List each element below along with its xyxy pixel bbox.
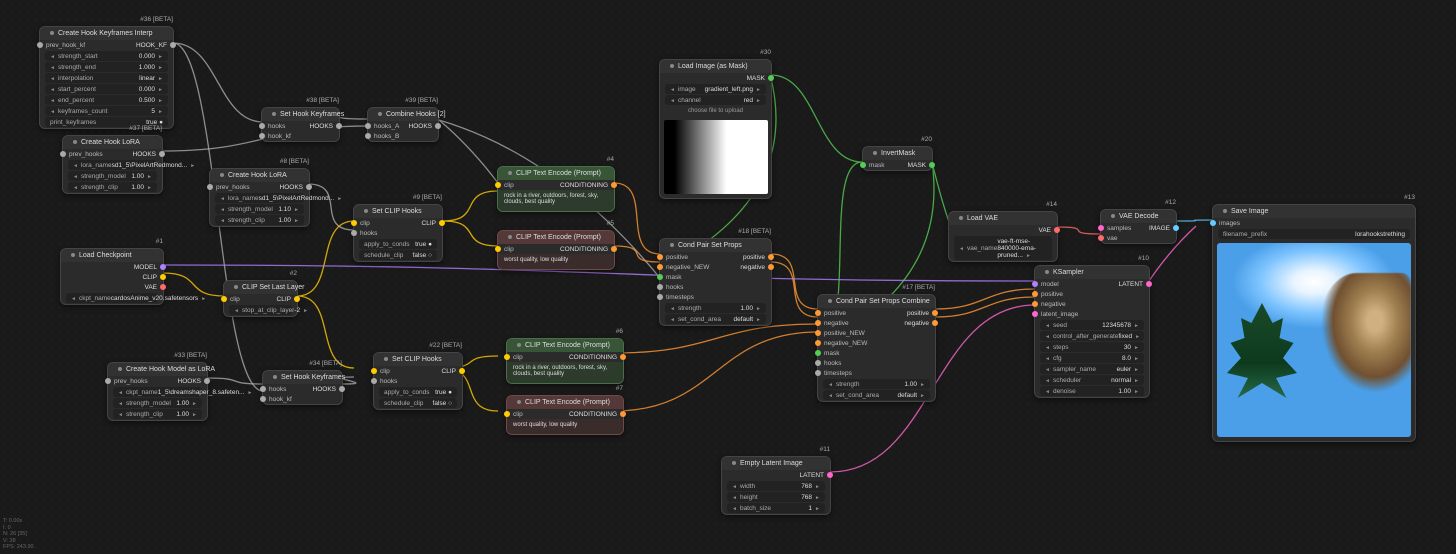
node-title[interactable]: Empty Latent Image	[722, 457, 830, 470]
node-set-hook-keyframes-1[interactable]: #38 [BETA] Set Hook Keyframes hooksHOOKS…	[261, 107, 340, 142]
node-set-clip-hooks-1[interactable]: #9 [BETA] Set CLIP Hooks clipCLIP hooks …	[353, 204, 443, 262]
node-tag: #11	[820, 446, 830, 453]
node-title[interactable]: CLIP Text Encode (Prompt)	[507, 396, 623, 409]
node-tag: #20	[921, 136, 932, 143]
upload-note[interactable]: choose file to upload	[660, 106, 771, 116]
node-create-hook-keyframes-interp[interactable]: #36 [BETA] Create Hook Keyframes Interp …	[39, 26, 174, 129]
node-title[interactable]: InvertMask	[863, 147, 932, 160]
node-tag: #7	[616, 385, 623, 392]
node-set-hook-keyframes-2[interactable]: #34 [BETA] Set Hook Keyframes hooksHOOKS…	[262, 370, 343, 405]
node-tag: #8 [BETA]	[280, 158, 309, 165]
node-title[interactable]: Save Image	[1213, 205, 1415, 218]
prompt-text[interactable]: rock in a river, outdoors, forest, sky, …	[498, 190, 614, 211]
node-clip-text-encode-neg-1[interactable]: #5 CLIP Text Encode (Prompt) clipCONDITI…	[497, 230, 615, 270]
node-clip-text-encode-neg-2[interactable]: #7 CLIP Text Encode (Prompt) clipCONDITI…	[506, 395, 624, 435]
output-preview-image	[1217, 243, 1411, 437]
node-title[interactable]: Load Checkpoint	[61, 249, 163, 262]
prompt-text[interactable]: worst quality, low quality	[507, 419, 623, 434]
node-title[interactable]: CLIP Text Encode (Prompt)	[498, 231, 614, 244]
node-title[interactable]: CLIP Set Last Layer	[224, 281, 297, 294]
node-title[interactable]: Create Hook Model as LoRA	[108, 363, 207, 376]
node-tag: #1	[156, 238, 163, 245]
node-title[interactable]: Set Hook Keyframes	[262, 108, 339, 121]
node-tag: #34 [BETA]	[309, 360, 342, 367]
node-empty-latent-image[interactable]: #11 Empty Latent Image LATENT width768 h…	[721, 456, 831, 515]
prompt-text[interactable]: worst quality, low quality	[498, 254, 614, 269]
node-tag: #10	[1138, 255, 1149, 262]
node-save-image[interactable]: #13 Save Image images filename_prefixlor…	[1212, 204, 1416, 442]
node-tag: #33 [BETA]	[174, 352, 207, 359]
node-clip-text-encode-pos-1[interactable]: #4 CLIP Text Encode (Prompt) clipCONDITI…	[497, 166, 615, 212]
node-title[interactable]: CLIP Text Encode (Prompt)	[498, 167, 614, 180]
mask-preview-image	[664, 120, 768, 194]
node-tag: #36 [BETA]	[140, 16, 173, 23]
node-title[interactable]: KSampler	[1035, 266, 1149, 279]
node-vae-decode[interactable]: #12 VAE Decode samplesIMAGE vae	[1100, 209, 1177, 244]
node-cond-pair-set-props-combine[interactable]: #17 [BETA] Cond Pair Set Props Combine p…	[817, 294, 936, 402]
node-title[interactable]: Set CLIP Hooks	[374, 353, 462, 366]
node-tag: #18 [BETA]	[738, 228, 771, 235]
node-tag: #4	[607, 156, 614, 163]
node-create-hook-model-as-lora[interactable]: #33 [BETA] Create Hook Model as LoRA pre…	[107, 362, 208, 421]
node-tag: #6	[616, 328, 623, 335]
node-title[interactable]: Cond Pair Set Props Combine	[818, 295, 935, 308]
node-tag: #39 [BETA]	[405, 97, 438, 104]
node-cond-pair-set-props[interactable]: #18 [BETA] Cond Pair Set Props positivep…	[659, 238, 772, 326]
node-title[interactable]: Set Hook Keyframes	[263, 371, 342, 384]
node-title[interactable]: Cond Pair Set Props	[660, 239, 771, 252]
node-load-image-as-mask[interactable]: #30 Load Image (as Mask) MASK imagegradi…	[659, 59, 772, 199]
node-title[interactable]: Create Hook LoRA	[63, 136, 162, 149]
node-title[interactable]: VAE Decode	[1101, 210, 1176, 223]
node-tag: #9 [BETA]	[413, 194, 442, 201]
node-title[interactable]: Set CLIP Hooks	[354, 205, 442, 218]
node-tag: #12	[1165, 199, 1176, 206]
node-title[interactable]: CLIP Text Encode (Prompt)	[507, 339, 623, 352]
node-ksampler[interactable]: #10 KSampler modelLATENT positive negati…	[1034, 265, 1150, 398]
node-clip-set-last-layer[interactable]: #2 CLIP Set Last Layer clipCLIP stop_at_…	[223, 280, 298, 317]
node-tag: #13	[1404, 194, 1415, 201]
node-tag: #5	[607, 220, 614, 227]
node-create-hook-lora-1[interactable]: #37 [BETA] Create Hook LoRA prev_hooksHO…	[62, 135, 163, 194]
node-clip-text-encode-pos-2[interactable]: #6 CLIP Text Encode (Prompt) clipCONDITI…	[506, 338, 624, 384]
node-set-clip-hooks-2[interactable]: #22 [BETA] Set CLIP Hooks clipCLIP hooks…	[373, 352, 463, 410]
node-title[interactable]: Create Hook LoRA	[210, 169, 309, 182]
node-combine-hooks[interactable]: #39 [BETA] Combine Hooks [2] hooks_AHOOK…	[367, 107, 439, 142]
node-tag: #17 [BETA]	[902, 284, 935, 291]
node-tag: #2	[290, 270, 297, 277]
node-title[interactable]: Load VAE	[949, 212, 1057, 225]
node-load-vae[interactable]: #14 Load VAE VAE vae_namevae-ft-mse-8400…	[948, 211, 1058, 262]
node-tag: #14	[1046, 201, 1057, 208]
node-title[interactable]: Create Hook Keyframes Interp	[40, 27, 173, 40]
node-load-checkpoint[interactable]: #1 Load Checkpoint MODEL CLIP VAE ckpt_n…	[60, 248, 164, 305]
prompt-text[interactable]: rock in a river, outdoors, forest, sky, …	[507, 362, 623, 383]
node-create-hook-lora-2[interactable]: #8 [BETA] Create Hook LoRA prev_hooksHOO…	[209, 168, 310, 227]
node-tag: #38 [BETA]	[306, 97, 339, 104]
node-tag: #22 [BETA]	[429, 342, 462, 349]
node-title[interactable]: Combine Hooks [2]	[368, 108, 438, 121]
canvas-stats: T: 0.00s I: 0 N: 26 [35] V: 28 FPS: 243.…	[3, 518, 34, 551]
node-tag: #30	[760, 49, 771, 56]
node-invert-mask[interactable]: #20 InvertMask maskMASK	[862, 146, 933, 171]
node-title[interactable]: Load Image (as Mask)	[660, 60, 771, 73]
node-tag: #37 [BETA]	[129, 125, 162, 132]
